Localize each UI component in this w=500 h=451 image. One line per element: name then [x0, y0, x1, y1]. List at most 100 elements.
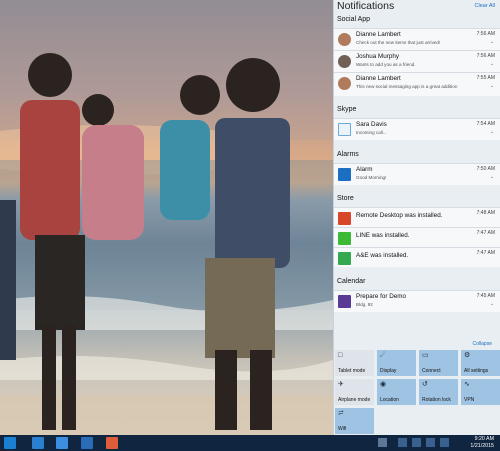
chevron-down-icon[interactable]: ⌄ [490, 129, 494, 135]
notification-item[interactable]: Dianne Lambert This new social messaging… [334, 72, 500, 96]
notification-time: 7:56 AM [476, 31, 495, 37]
notification-time: 7:48 AM [476, 210, 495, 216]
notification-item[interactable]: Joshua Murphy Wants to add you as a frie… [334, 50, 500, 72]
group-title-calendar: Calendar [337, 278, 366, 285]
action-center-icon[interactable] [440, 438, 449, 447]
tablet-icon: □ [338, 352, 343, 359]
keyboard-icon[interactable] [378, 438, 387, 447]
vpn-icon: ∿ [464, 381, 470, 388]
network-icon[interactable] [398, 438, 407, 447]
skype-icon [338, 123, 351, 136]
notification-time: 7:45 AM [476, 293, 495, 299]
notification-title: Dianne Lambert [356, 31, 401, 38]
chevron-down-icon[interactable]: ⌄ [490, 83, 494, 89]
notification-item[interactable]: Remote Desktop was installed. 7:48 AM [334, 207, 500, 227]
location-icon: ◉ [380, 381, 387, 388]
notification-item[interactable]: LINE was installed. 7:47 AM [334, 227, 500, 247]
chevron-down-icon[interactable]: ⌄ [490, 174, 494, 180]
tile-label: Rotation lock [422, 397, 451, 403]
notification-message: Incoming call... [356, 130, 387, 135]
tile-label: Tablet mode [338, 368, 366, 374]
avatar-icon [338, 77, 351, 90]
notification-time: 7:47 AM [476, 230, 495, 236]
notification-message: Wants to add you as a friend. [356, 62, 416, 67]
tile-label: VPN [464, 397, 475, 403]
action-center-panel: Notifications Clear All Social App Diann… [333, 0, 500, 435]
tile-label: Connect [422, 368, 441, 374]
rotation-lock-icon: ↺ [422, 381, 428, 388]
notification-message: Bldg. 92 [356, 302, 373, 307]
connect-icon: ▭ [422, 352, 429, 359]
tile-label: Display [380, 368, 397, 374]
tile-wifi[interactable]: ≓ Wifi [334, 407, 375, 435]
avatar-icon [338, 33, 351, 46]
action-center-title: Notifications [337, 0, 395, 12]
notification-item[interactable]: Prepare for Demo Bldg. 92 7:45 AM ⌄ [334, 290, 500, 312]
ae-app-icon [338, 252, 351, 265]
tile-label: All settings [464, 368, 489, 374]
notification-item[interactable]: Alarm Good Morning! 7:50 AM ⌄ [334, 163, 500, 185]
avatar-icon [338, 55, 351, 68]
display-icon: ☄ [380, 352, 387, 359]
group-title-social-app: Social App [337, 16, 371, 23]
desktop-wallpaper [0, 0, 333, 435]
line-app-icon [338, 232, 351, 245]
collapse-link[interactable]: Collapse [473, 341, 492, 347]
notification-message: Good Morning! [356, 175, 387, 180]
tile-label: Airplane mode [338, 397, 371, 403]
notification-title: Sara Davis [356, 121, 387, 128]
store-icon[interactable] [56, 437, 68, 449]
action-center-header: Notifications Clear All [334, 0, 500, 14]
notification-time: 7:56 AM [476, 53, 495, 59]
start-button[interactable] [4, 437, 16, 449]
tile-vpn[interactable]: ∿ VPN [460, 378, 500, 406]
notification-item[interactable]: A&E was installed. 7:47 AM [334, 247, 500, 267]
calendar-icon [338, 295, 351, 308]
chevron-down-icon[interactable]: ⌄ [490, 39, 494, 45]
group-title-store: Store [337, 195, 354, 202]
notification-time: 7:55 AM [476, 75, 495, 81]
notification-item[interactable]: Dianne Lambert Check out the new items t… [334, 28, 500, 50]
battery-icon[interactable] [426, 438, 435, 447]
wifi-icon: ≓ [338, 410, 344, 417]
tile-tablet-mode[interactable]: □ Tablet mode [334, 349, 375, 377]
tile-label: Location [380, 397, 399, 403]
notification-title: Alarm [356, 166, 373, 173]
tile-display[interactable]: ☄ Display [376, 349, 417, 377]
notification-message: This new social messaging app is a great… [356, 84, 458, 89]
notification-title: Dianne Lambert [356, 75, 401, 82]
notification-title: Prepare for Demo [356, 293, 407, 300]
volume-icon[interactable] [412, 438, 421, 447]
chevron-down-icon[interactable]: ⌄ [490, 301, 494, 307]
notification-message: Check out the new items that just arrive… [356, 40, 441, 45]
clock-time: 9:20 AM [474, 436, 494, 442]
tile-airplane-mode[interactable]: ✈ Airplane mode [334, 378, 375, 406]
taskbar: 9:20 AM 1/21/2015 [0, 435, 500, 451]
notification-title: A&E was installed. [356, 252, 409, 259]
notification-item[interactable]: Sara Davis Incoming call... 7:54 AM ⌄ [334, 118, 500, 140]
office-icon[interactable] [106, 437, 118, 449]
notification-title: LINE was installed. [356, 232, 410, 239]
remote-desktop-icon [338, 212, 351, 225]
tile-connect[interactable]: ▭ Connect [418, 349, 459, 377]
beach-photo [0, 0, 333, 435]
group-title-skype: Skype [337, 106, 357, 113]
group-title-alarms: Alarms [337, 151, 359, 158]
tile-location[interactable]: ◉ Location [376, 378, 417, 406]
clock-date: 1/21/2015 [470, 443, 494, 449]
notification-time: 7:50 AM [476, 166, 495, 172]
notification-time: 7:47 AM [476, 250, 495, 256]
taskbar-clock[interactable]: 9:20 AM 1/21/2015 [470, 436, 494, 450]
alarm-icon [338, 168, 351, 181]
airplane-icon: ✈ [338, 381, 344, 388]
tile-rotation-lock[interactable]: ↺ Rotation lock [418, 378, 459, 406]
notification-time: 7:54 AM [476, 121, 495, 127]
clear-all-link[interactable]: Clear All [475, 3, 495, 9]
tile-all-settings[interactable]: ⚙ All settings [460, 349, 500, 377]
chevron-down-icon[interactable]: ⌄ [490, 61, 494, 67]
mail-icon[interactable] [81, 437, 93, 449]
notification-title: Joshua Murphy [356, 53, 400, 60]
notification-title: Remote Desktop was installed. [356, 212, 443, 219]
task-view-icon[interactable] [32, 437, 44, 449]
tile-label: Wifi [338, 426, 347, 432]
